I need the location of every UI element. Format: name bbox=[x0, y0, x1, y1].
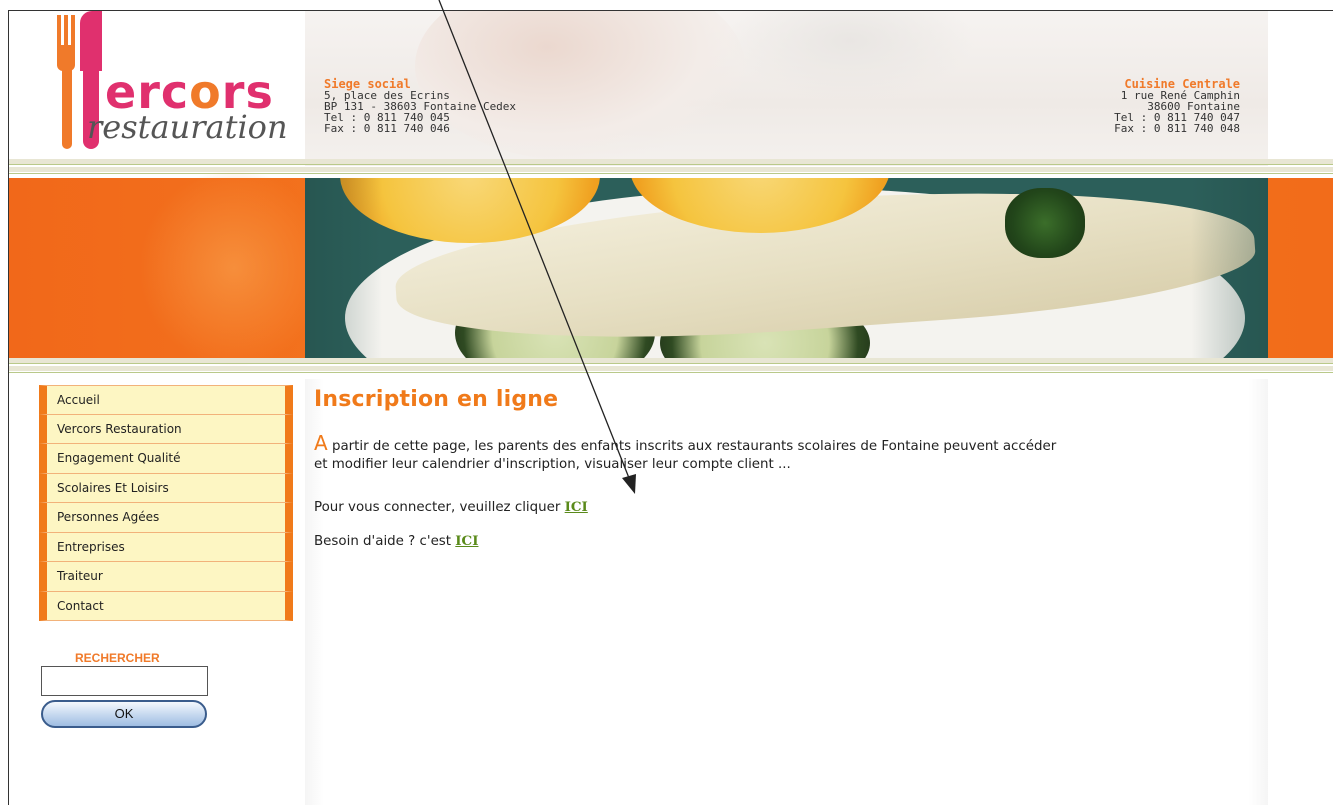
search-ok-button[interactable]: OK bbox=[41, 700, 207, 728]
menu-item-entreprises[interactable]: Entreprises bbox=[39, 532, 293, 562]
divider bbox=[9, 366, 1333, 371]
menu-item-scolaires-et-loisirs[interactable]: Scolaires Et Loisirs bbox=[39, 473, 293, 503]
menu-item-engagement-qualite[interactable]: Engagement Qualité bbox=[39, 444, 293, 474]
header-decoration bbox=[725, 11, 975, 101]
fax-line: Fax : 0 811 740 046 bbox=[324, 122, 450, 135]
central-kitchen-address: Cuisine Centrale 1 rue René Camphin 3860… bbox=[1114, 78, 1240, 135]
search-input[interactable] bbox=[41, 666, 208, 696]
main-menu: Accueil Vercors Restauration Engagement … bbox=[39, 385, 293, 621]
fax-line: Fax : 0 811 740 048 bbox=[1114, 122, 1240, 135]
banner-food-photo bbox=[305, 178, 1268, 358]
site-logo[interactable]: ercors restauration bbox=[49, 11, 299, 161]
divider bbox=[9, 372, 1333, 373]
head-office-address: Siege social 5, place des Ecrins BP 131 … bbox=[324, 78, 516, 135]
divider bbox=[9, 363, 1333, 364]
browser-page: ercors restauration Siege social 5, plac… bbox=[8, 10, 1333, 805]
menu-item-contact[interactable]: Contact bbox=[39, 591, 293, 621]
connect-paragraph: Pour vous connecter, veuillez cliquer IC… bbox=[314, 499, 588, 515]
menu-item-accueil[interactable]: Accueil bbox=[39, 385, 293, 415]
page-title: Inscription en ligne bbox=[314, 387, 559, 412]
menu-item-traiteur[interactable]: Traiteur bbox=[39, 562, 293, 592]
help-paragraph: Besoin d'aide ? c'est ICI bbox=[314, 533, 478, 549]
menu-item-vercors-restauration[interactable]: Vercors Restauration bbox=[39, 414, 293, 444]
intro-text-line-2: et modifier leur calendrier d'inscriptio… bbox=[314, 457, 791, 472]
menu-item-personnes-agees[interactable]: Personnes Agées bbox=[39, 503, 293, 533]
site-header: ercors restauration Siege social 5, plac… bbox=[9, 11, 1333, 166]
intro-paragraph: A partir de cette page, les parents des … bbox=[314, 431, 1274, 474]
drop-cap: A bbox=[314, 431, 328, 455]
help-text: Besoin d'aide ? c'est bbox=[314, 534, 456, 549]
intro-text-line-1: partir de cette page, les parents des en… bbox=[327, 439, 1057, 454]
connect-text: Pour vous connecter, veuillez cliquer bbox=[314, 500, 565, 515]
divider bbox=[9, 164, 1333, 165]
logo-subtitle: restauration bbox=[87, 108, 288, 146]
fork-icon bbox=[57, 15, 75, 149]
help-link[interactable]: ICI bbox=[455, 533, 478, 549]
search-label: RECHERCHER bbox=[75, 651, 160, 665]
connect-link[interactable]: ICI bbox=[565, 499, 588, 515]
